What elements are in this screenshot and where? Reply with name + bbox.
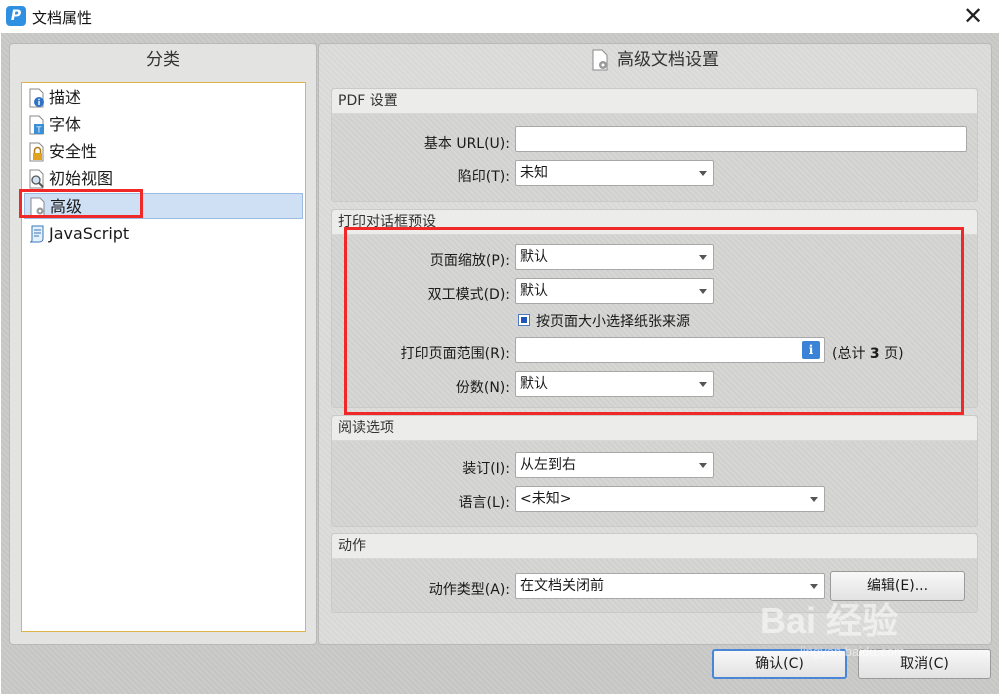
magnifier-doc-icon (29, 169, 44, 189)
trap-value: 未知 (520, 165, 548, 181)
chevron-down-icon (699, 463, 707, 468)
base-url-input[interactable] (515, 126, 967, 152)
tree-item-label: 安全性 (49, 142, 98, 161)
highlight-box-print-presets (344, 227, 964, 415)
lock-icon (29, 142, 44, 162)
category-header: 分类 (146, 50, 180, 70)
doc-info-icon (29, 88, 44, 108)
tree-item-javascript[interactable]: JavaScript (24, 221, 303, 247)
binding-value: 从左到右 (520, 457, 576, 473)
window-title: 文档属性 (32, 9, 93, 27)
settings-header: 高级文档设置 (319, 44, 991, 76)
group-title: PDF 设置 (332, 89, 977, 114)
language-label: 语言(L): (458, 495, 510, 511)
close-button[interactable]: ✕ (958, 2, 988, 30)
edit-button[interactable]: 编辑(E)... (830, 571, 965, 601)
reading-options-group: 阅读选项 装订(I): 从左到右 语言(L): <未知> (331, 415, 978, 527)
chevron-down-icon (699, 171, 707, 176)
language-value: <未知> (520, 491, 572, 507)
action-type-label: 动作类型(A): (428, 582, 510, 598)
tree-item-label: 字体 (49, 115, 82, 134)
actions-group: 动作 动作类型(A): 在文档关闭前 编辑(E)... (331, 533, 978, 613)
tree-item-label: JavaScript (49, 224, 130, 243)
action-type-dropdown[interactable]: 在文档关闭前 (515, 573, 825, 599)
tree-item-description[interactable]: 描述 (24, 85, 303, 111)
category-panel: 分类 描述 T 字体 安全性 初始视图 高级 JavaScript (9, 43, 317, 645)
tree-item-fonts[interactable]: T 字体 (24, 112, 303, 138)
app-logo-icon: P (6, 6, 26, 26)
group-title: 动作 (332, 534, 977, 559)
trap-dropdown[interactable]: 未知 (515, 160, 714, 186)
group-title: 阅读选项 (332, 416, 977, 441)
ok-button[interactable]: 确认(C) (712, 649, 847, 679)
language-dropdown[interactable]: <未知> (515, 486, 825, 512)
chevron-down-icon (810, 497, 818, 502)
action-type-value: 在文档关闭前 (520, 578, 604, 594)
category-tree[interactable]: 描述 T 字体 安全性 初始视图 高级 JavaScript (21, 82, 306, 632)
doc-gear-icon (592, 49, 608, 71)
doc-font-icon: T (29, 115, 44, 135)
tree-item-security[interactable]: 安全性 (24, 139, 303, 165)
pdf-settings-group: PDF 设置 基本 URL(U): 陷印(T): 未知 (331, 88, 978, 202)
chevron-down-icon (810, 584, 818, 589)
base-url-label: 基本 URL(U): (423, 136, 510, 152)
binding-dropdown[interactable]: 从左到右 (515, 452, 714, 478)
cancel-button[interactable]: 取消(C) (858, 649, 991, 679)
script-icon (29, 225, 44, 243)
highlight-box-advanced (19, 189, 143, 218)
settings-title: 高级文档设置 (617, 50, 719, 70)
title-bar: P 文档属性 ✕ (0, 0, 1000, 33)
tree-item-label: 描述 (49, 88, 82, 107)
svg-text:T: T (36, 126, 42, 135)
binding-label: 装订(I): (462, 461, 510, 477)
trap-label: 陷印(T): (457, 169, 510, 185)
